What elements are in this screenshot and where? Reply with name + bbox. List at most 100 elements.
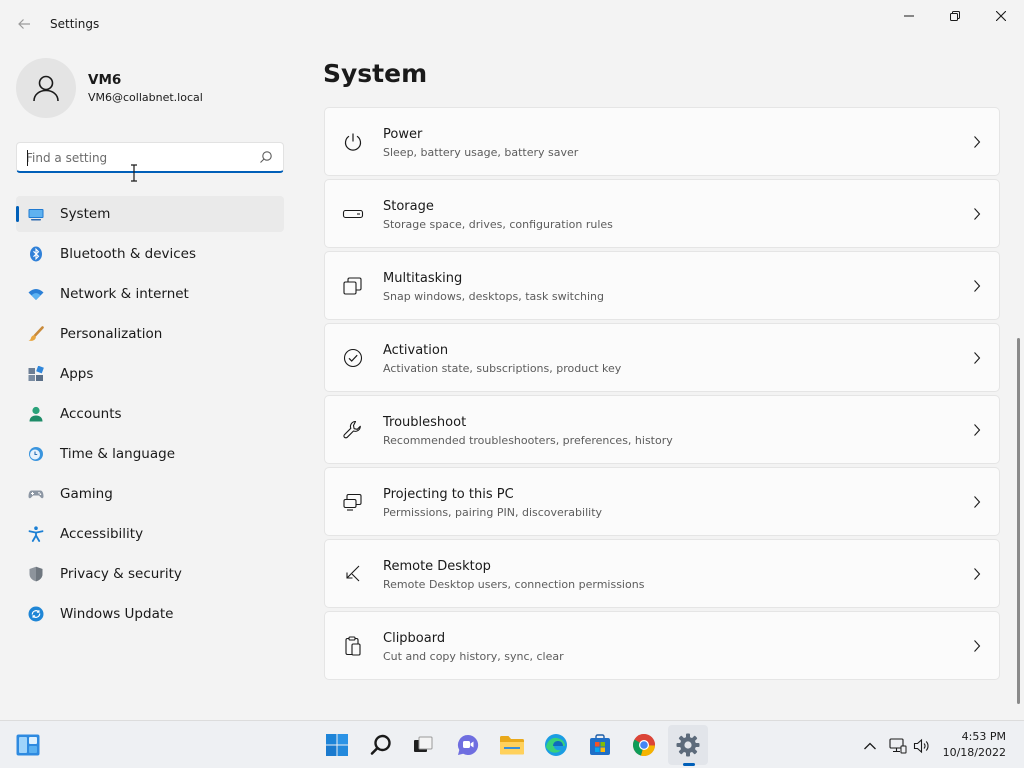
chevron-right-icon xyxy=(974,352,981,364)
taskbar-edge-button[interactable] xyxy=(536,725,576,765)
card-subtitle: Permissions, pairing PIN, discoverabilit… xyxy=(383,506,603,519)
chevron-up-icon xyxy=(864,742,876,750)
folder-icon xyxy=(500,736,524,755)
card-title: Activation xyxy=(383,343,449,358)
close-icon xyxy=(996,11,1006,21)
card-subtitle: Remote Desktop users, connection permiss… xyxy=(383,578,645,591)
avatar xyxy=(16,58,76,118)
card-title: Troubleshoot xyxy=(383,415,467,430)
shield-icon xyxy=(28,566,44,582)
sidebar-item-label: Windows Update xyxy=(60,606,174,622)
taskbar-search-button[interactable] xyxy=(361,725,401,765)
taskbar-store-button[interactable] xyxy=(580,725,620,765)
search-icon xyxy=(370,734,391,755)
restore-icon xyxy=(950,11,960,21)
sidebar-item-label: Accessibility xyxy=(60,526,144,542)
card-subtitle: Snap windows, desktops, task switching xyxy=(383,290,605,303)
widgets-button[interactable] xyxy=(8,725,48,765)
sidebar-item-label: Gaming xyxy=(60,486,113,502)
sidebar-item-windows-update[interactable]: Windows Update xyxy=(16,596,284,632)
card-projecting[interactable]: Projecting to this PC Permissions, pairi… xyxy=(324,467,1000,536)
volume-button[interactable] xyxy=(911,735,933,757)
sidebar-item-accounts[interactable]: Accounts xyxy=(16,396,284,432)
taskbar-start-button[interactable] xyxy=(317,725,357,765)
card-subtitle: Storage space, drives, configuration rul… xyxy=(383,218,613,231)
wrench-icon xyxy=(342,419,364,441)
taskbar-clock[interactable]: 4:53 PM 10/18/2022 xyxy=(943,729,1006,761)
wifi-icon xyxy=(28,286,44,302)
sidebar-item-accessibility[interactable]: Accessibility xyxy=(16,516,284,552)
clock-date: 10/18/2022 xyxy=(942,746,1006,759)
clock-time: 4:53 PM xyxy=(961,730,1006,743)
page-title: System xyxy=(323,59,428,88)
chrome-icon xyxy=(633,734,656,757)
sidebar-item-network[interactable]: Network & internet xyxy=(16,276,284,312)
sidebar-item-label: Personalization xyxy=(60,326,163,342)
multitasking-icon xyxy=(342,275,364,297)
sidebar-item-system[interactable]: System xyxy=(16,196,284,232)
minimize-button[interactable] xyxy=(886,0,932,32)
card-subtitle: Activation state, subscriptions, product… xyxy=(383,362,622,375)
clipboard-icon xyxy=(342,635,364,657)
windows-start-icon xyxy=(326,734,348,756)
card-remote-desktop[interactable]: Remote Desktop Remote Desktop users, con… xyxy=(324,539,1000,608)
minimize-icon xyxy=(904,15,914,17)
close-button[interactable] xyxy=(978,0,1024,32)
taskbar-task-view-button[interactable] xyxy=(403,725,443,765)
show-hidden-icons-button[interactable] xyxy=(859,735,881,757)
taskbar: 4:53 PM 10/18/2022 xyxy=(0,720,1024,768)
card-storage[interactable]: Storage Storage space, drives, configura… xyxy=(324,179,1000,248)
sidebar-item-gaming[interactable]: Gaming xyxy=(16,476,284,512)
chevron-right-icon xyxy=(974,136,981,148)
card-power[interactable]: Power Sleep, battery usage, battery save… xyxy=(324,107,1000,176)
system-display-icon xyxy=(28,206,44,222)
card-clipboard[interactable]: Clipboard Cut and copy history, sync, cl… xyxy=(324,611,1000,680)
taskbar-settings-button[interactable] xyxy=(668,725,708,765)
sidebar-item-apps[interactable]: Apps xyxy=(16,356,284,392)
card-activation[interactable]: Activation Activation state, subscriptio… xyxy=(324,323,1000,392)
scrollbar[interactable] xyxy=(1017,338,1020,704)
restore-button[interactable] xyxy=(932,0,978,32)
taskbar-chrome-button[interactable] xyxy=(624,725,664,765)
card-title: Power xyxy=(383,127,423,142)
taskbar-file-explorer-button[interactable] xyxy=(492,725,532,765)
bluetooth-icon xyxy=(28,246,44,262)
settings-card-list: Power Sleep, battery usage, battery save… xyxy=(324,107,1000,683)
chevron-right-icon xyxy=(974,280,981,292)
network-status-button[interactable] xyxy=(887,735,909,757)
active-app-indicator xyxy=(683,763,695,766)
sidebar-item-label: Network & internet xyxy=(60,286,189,302)
sidebar-item-label: Time & language xyxy=(60,446,176,462)
network-monitor-icon xyxy=(889,738,907,754)
back-button[interactable] xyxy=(12,12,36,36)
sidebar-item-personalization[interactable]: Personalization xyxy=(16,316,284,352)
card-title: Storage xyxy=(383,199,434,214)
card-multitasking[interactable]: Multitasking Snap windows, desktops, tas… xyxy=(324,251,1000,320)
person-icon xyxy=(28,406,44,422)
sidebar-item-time-language[interactable]: Time & language xyxy=(16,436,284,472)
search-icon xyxy=(260,151,272,163)
taskbar-chat-button[interactable] xyxy=(448,725,488,765)
search-box[interactable] xyxy=(16,142,284,173)
projector-icon xyxy=(342,491,364,513)
card-subtitle: Recommended troubleshooters, preferences… xyxy=(383,434,673,447)
gamepad-icon xyxy=(28,486,44,502)
sidebar-item-privacy-security[interactable]: Privacy & security xyxy=(16,556,284,592)
speaker-icon xyxy=(913,738,929,754)
search-input[interactable] xyxy=(26,148,256,168)
chevron-right-icon xyxy=(974,424,981,436)
storage-drive-icon xyxy=(342,203,364,225)
store-icon xyxy=(590,734,610,755)
apps-grid-icon xyxy=(28,366,44,382)
sidebar-item-label: Accounts xyxy=(60,406,122,422)
account-card[interactable]: VM6 VM6@collabnet.local xyxy=(16,58,203,118)
title-bar: Settings xyxy=(0,0,1024,48)
power-icon xyxy=(342,131,364,153)
task-view-icon xyxy=(414,736,433,752)
card-troubleshoot[interactable]: Troubleshoot Recommended troubleshooters… xyxy=(324,395,1000,464)
chevron-right-icon xyxy=(974,208,981,220)
accessibility-icon xyxy=(28,526,44,542)
account-name: VM6 xyxy=(88,72,122,88)
text-caret xyxy=(27,150,28,166)
sidebar-item-bluetooth-devices[interactable]: Bluetooth & devices xyxy=(16,236,284,272)
